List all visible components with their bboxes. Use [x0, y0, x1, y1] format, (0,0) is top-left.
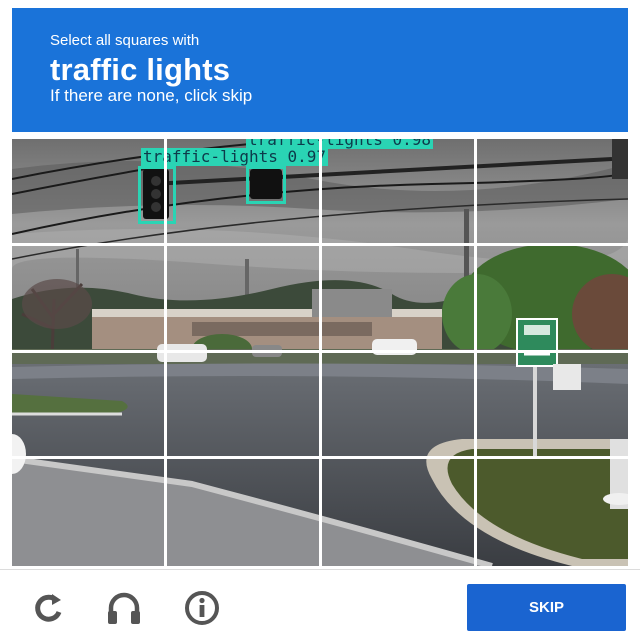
grid-tile-r3-c1[interactable] — [12, 353, 165, 457]
grid-tile-r4-c1[interactable] — [12, 459, 165, 566]
challenge-header: Select all squares with traffic lights I… — [12, 8, 628, 132]
headphones-icon[interactable] — [104, 588, 144, 628]
grid-tile-r1-c4[interactable] — [477, 139, 628, 244]
grid-tile-r1-c3[interactable] — [322, 139, 475, 244]
skip-button[interactable]: SKIP — [467, 584, 626, 631]
grid-tile-r4-c2[interactable] — [167, 459, 320, 566]
grid-divider — [12, 456, 628, 459]
grid-tile-r4-c3[interactable] — [322, 459, 475, 566]
instruction-text: Select all squares with — [50, 32, 200, 49]
target-object-text: traffic lights — [50, 52, 231, 87]
grid-tile-r2-c1[interactable] — [12, 246, 165, 351]
grid-tile-r2-c4[interactable] — [477, 246, 628, 351]
grid-tile-r2-c3[interactable] — [322, 246, 475, 351]
reload-icon[interactable] — [28, 588, 68, 628]
grid-tile-r4-c4[interactable] — [477, 459, 628, 566]
grid-tile-r1-c1[interactable] — [12, 139, 165, 244]
captcha-footer: SKIP — [0, 569, 640, 641]
image-grid: traffic-lights 0.97 traffic-lights 0.98 — [12, 139, 628, 566]
grid-tile-r1-c2[interactable] — [167, 139, 320, 244]
grid-tile-r2-c2[interactable] — [167, 246, 320, 351]
info-icon[interactable] — [182, 588, 222, 628]
grid-tile-r3-c3[interactable] — [322, 353, 475, 457]
grid-divider — [12, 243, 628, 246]
grid-divider — [12, 350, 628, 353]
grid-tile-r3-c4[interactable] — [477, 353, 628, 457]
skip-instruction-text: If there are none, click skip — [50, 86, 253, 105]
grid-tile-r3-c2[interactable] — [167, 353, 320, 457]
captcha-widget: Select all squares with traffic lights I… — [0, 0, 640, 641]
